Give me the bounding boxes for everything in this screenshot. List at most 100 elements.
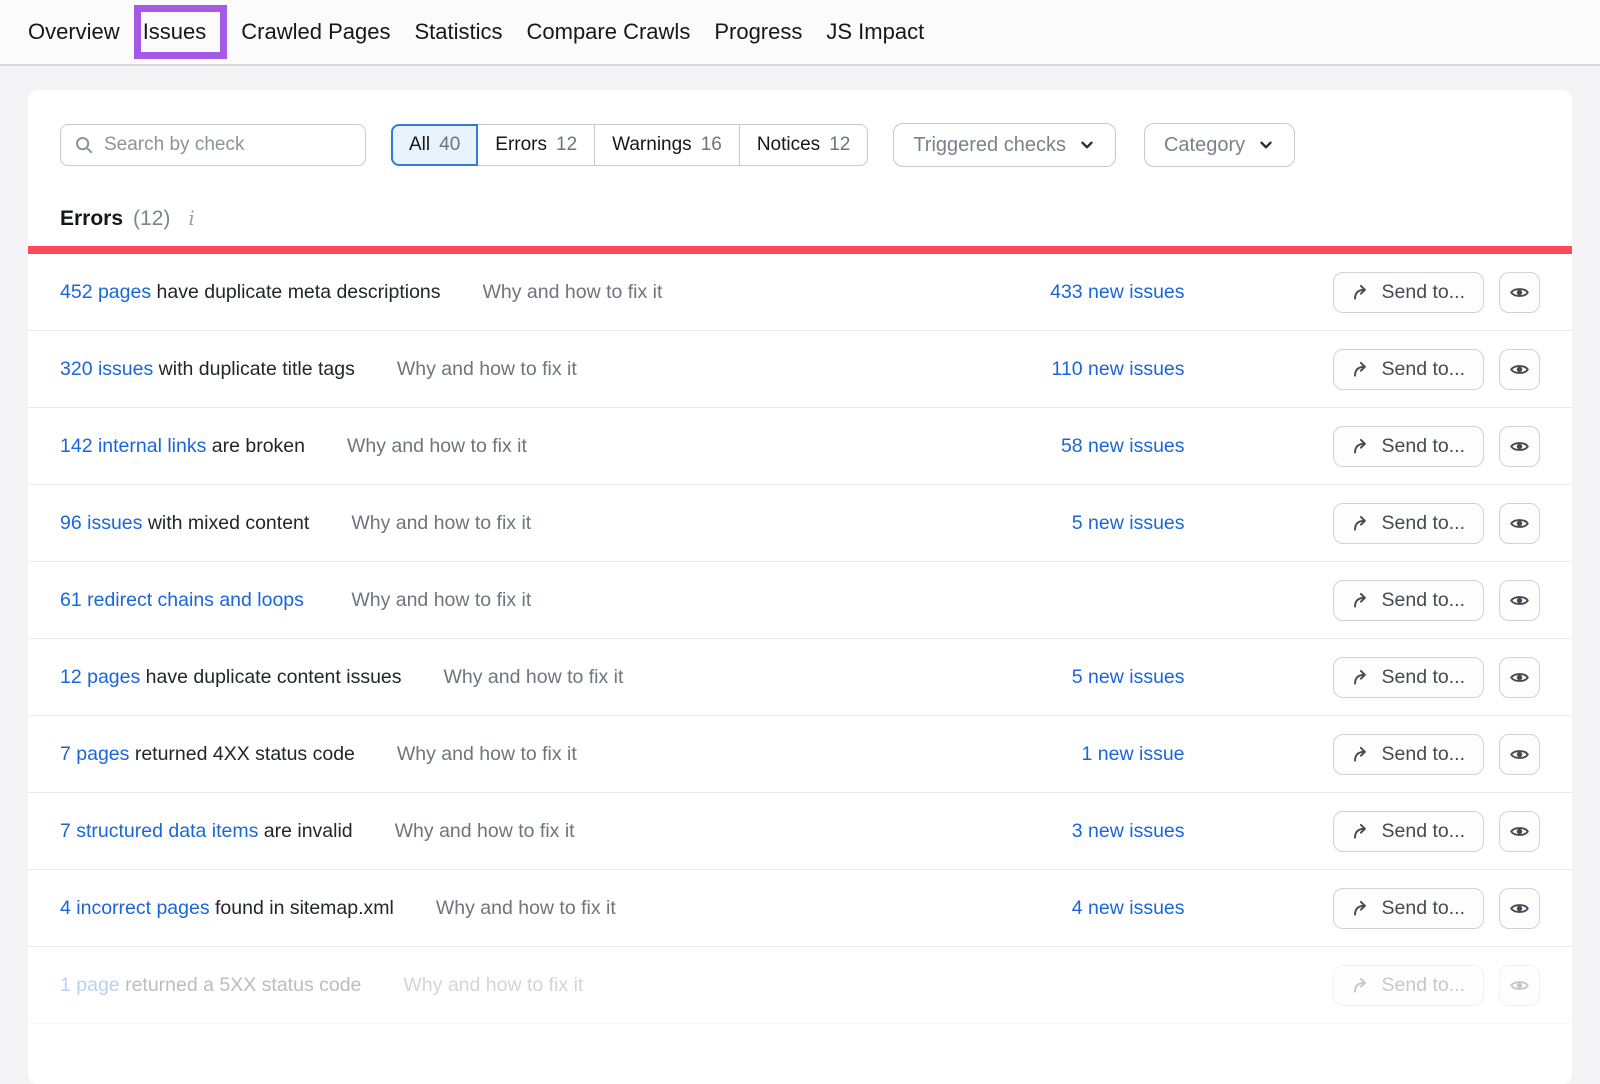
send-to-label: Send to... (1382, 897, 1465, 920)
severity-filter-segments: All40Errors12Warnings16Notices12 (391, 124, 868, 166)
send-arrow-icon (1352, 360, 1371, 379)
issue-description: 7 pages returned 4XX status codeWhy and … (60, 743, 985, 766)
hide-issue-button[interactable] (1499, 349, 1540, 390)
segment-count: 12 (556, 134, 577, 156)
issue-count-link[interactable]: 452 pages (60, 281, 151, 303)
issue-row: 142 internal links are brokenWhy and how… (28, 408, 1572, 485)
hide-issue-button[interactable] (1499, 888, 1540, 929)
tab-compare-crawls[interactable]: Compare Crawls (515, 19, 703, 45)
issue-count-link[interactable]: 7 structured data items (60, 820, 258, 842)
send-to-button[interactable]: Send to... (1333, 580, 1484, 621)
issue-description: 452 pages have duplicate meta descriptio… (60, 281, 985, 304)
segment-errors[interactable]: Errors12 (477, 124, 595, 166)
send-to-button[interactable]: Send to... (1333, 888, 1484, 929)
why-how-to-fix-link[interactable]: Why and how to fix it (351, 512, 531, 535)
send-to-button[interactable]: Send to... (1333, 349, 1484, 390)
issue-count-link[interactable]: 320 issues (60, 358, 153, 380)
why-how-to-fix-link[interactable]: Why and how to fix it (397, 743, 577, 766)
new-issues-link[interactable]: 4 new issues (985, 897, 1185, 920)
why-how-to-fix-link[interactable]: Why and how to fix it (444, 666, 624, 689)
send-to-label: Send to... (1382, 358, 1465, 381)
hide-issue-button[interactable] (1499, 580, 1540, 621)
send-to-button[interactable]: Send to... (1333, 426, 1484, 467)
search-icon (74, 135, 94, 155)
issue-description-text: returned a 5XX status code (125, 974, 361, 996)
segment-warnings[interactable]: Warnings16 (594, 124, 740, 166)
send-to-button[interactable]: Send to... (1333, 503, 1484, 544)
tab-overview[interactable]: Overview (28, 19, 132, 45)
issue-count-link[interactable]: 7 pages (60, 743, 129, 765)
new-issues-link[interactable]: 58 new issues (985, 435, 1185, 458)
row-actions: Send to... (1333, 272, 1540, 313)
send-to-button[interactable]: Send to... (1333, 965, 1484, 1006)
why-how-to-fix-link[interactable]: Why and how to fix it (395, 820, 575, 843)
chevron-down-icon (1257, 136, 1275, 154)
new-issues-link[interactable]: 1 new issue (985, 743, 1185, 766)
hide-issue-button[interactable] (1499, 657, 1540, 698)
eye-icon (1509, 667, 1530, 688)
hide-issue-button[interactable] (1499, 965, 1540, 1006)
new-issues-link[interactable]: 5 new issues (985, 666, 1185, 689)
hide-issue-button[interactable] (1499, 426, 1540, 467)
new-issues-link[interactable]: 3 new issues (985, 820, 1185, 843)
hide-issue-button[interactable] (1499, 811, 1540, 852)
new-issues-link[interactable]: 110 new issues (985, 358, 1185, 381)
issue-count-link[interactable]: 96 issues (60, 512, 142, 534)
why-how-to-fix-link[interactable]: Why and how to fix it (347, 435, 527, 458)
issue-count-link[interactable]: 12 pages (60, 666, 140, 688)
segment-label: All (409, 134, 430, 156)
send-arrow-icon (1352, 437, 1371, 456)
section-title: Errors (60, 207, 123, 231)
tab-crawled-pages[interactable]: Crawled Pages (229, 19, 402, 45)
row-actions: Send to... (1333, 349, 1540, 390)
issue-description: 96 issues with mixed contentWhy and how … (60, 512, 985, 535)
hide-issue-button[interactable] (1499, 272, 1540, 313)
row-actions: Send to... (1333, 965, 1540, 1006)
section-count: (12) (133, 207, 170, 231)
issue-row: 96 issues with mixed contentWhy and how … (28, 485, 1572, 562)
send-arrow-icon (1352, 822, 1371, 841)
issue-row: 4 incorrect pages found in sitemap.xmlWh… (28, 870, 1572, 947)
why-how-to-fix-link[interactable]: Why and how to fix it (403, 974, 583, 997)
tab-statistics[interactable]: Statistics (402, 19, 514, 45)
new-issues-link[interactable]: 433 new issues (985, 281, 1185, 304)
search-input[interactable] (104, 134, 352, 156)
hide-issue-button[interactable] (1499, 503, 1540, 544)
issue-count-link[interactable]: 142 internal links (60, 435, 206, 457)
hide-issue-button[interactable] (1499, 734, 1540, 775)
issue-description: 7 structured data items are invalidWhy a… (60, 820, 985, 843)
issue-count-link[interactable]: 61 redirect chains and loops (60, 589, 304, 611)
send-to-button[interactable]: Send to... (1333, 811, 1484, 852)
eye-icon (1509, 436, 1530, 457)
issue-row: 452 pages have duplicate meta descriptio… (28, 254, 1572, 331)
tab-progress[interactable]: Progress (702, 19, 814, 45)
issue-count-link[interactable]: 1 page (60, 974, 120, 996)
send-to-button[interactable]: Send to... (1333, 734, 1484, 775)
search-box[interactable] (60, 124, 366, 166)
send-to-button[interactable]: Send to... (1333, 272, 1484, 313)
send-to-button[interactable]: Send to... (1333, 657, 1484, 698)
why-how-to-fix-link[interactable]: Why and how to fix it (397, 358, 577, 381)
send-arrow-icon (1352, 899, 1371, 918)
new-issues-link[interactable]: 5 new issues (985, 512, 1185, 535)
tab-js-impact[interactable]: JS Impact (814, 19, 936, 45)
info-icon[interactable]: i (188, 206, 194, 230)
tab-issues[interactable]: Issues (143, 19, 219, 45)
eye-icon (1509, 821, 1530, 842)
triggered-checks-dropdown[interactable]: Triggered checks (893, 123, 1116, 167)
segment-notices[interactable]: Notices12 (739, 124, 869, 166)
issue-description: 4 incorrect pages found in sitemap.xmlWh… (60, 897, 985, 920)
segment-count: 16 (701, 134, 722, 156)
why-how-to-fix-link[interactable]: Why and how to fix it (483, 281, 663, 304)
why-how-to-fix-link[interactable]: Why and how to fix it (351, 589, 531, 612)
issue-row: 320 issues with duplicate title tagsWhy … (28, 331, 1572, 408)
row-actions: Send to... (1333, 503, 1540, 544)
issue-count-link[interactable]: 4 incorrect pages (60, 897, 210, 919)
row-actions: Send to... (1333, 734, 1540, 775)
why-how-to-fix-link[interactable]: Why and how to fix it (436, 897, 616, 920)
issue-row: 7 pages returned 4XX status codeWhy and … (28, 716, 1572, 793)
issue-description: 142 internal links are brokenWhy and how… (60, 435, 985, 458)
category-dropdown[interactable]: Category (1144, 123, 1295, 167)
segment-all[interactable]: All40 (391, 124, 478, 166)
eye-icon (1509, 359, 1530, 380)
